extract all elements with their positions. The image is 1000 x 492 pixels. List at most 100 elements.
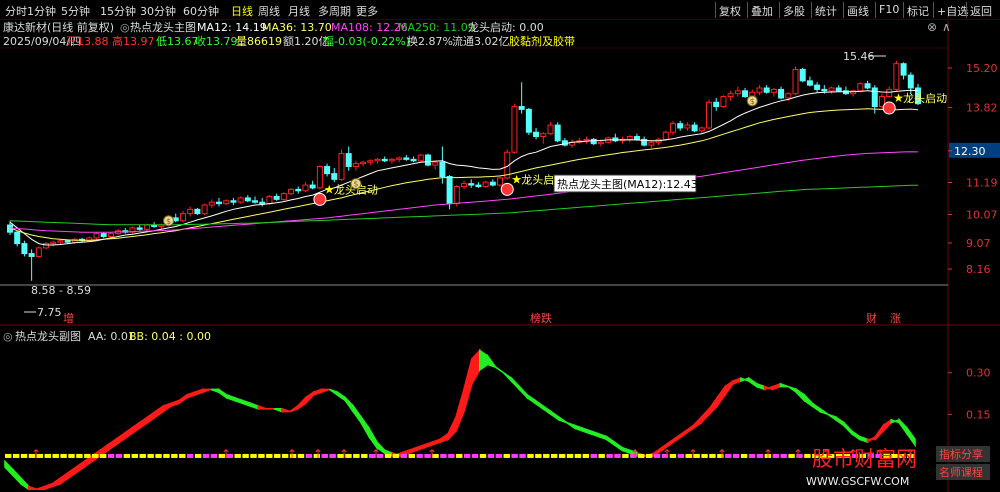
aa-bb-band-segment [898,417,908,437]
candle-body [360,161,367,165]
watermark-tag1: 指标分享 [939,447,983,461]
aa-bb-band-segment [210,388,220,394]
candle-body [468,183,475,186]
aa-bb-band-segment [573,424,584,433]
quote-field-3: 低13.67 [156,35,199,48]
aa-bb-band-segment [43,482,54,491]
candle-body [475,184,482,187]
header-field-4: MA36: 13.70 [262,21,332,34]
aa-bb-band-segment [558,415,568,424]
candle-body [799,68,806,82]
aa-bb-band-segment [296,395,307,411]
aa-bb-band-segment [486,353,498,369]
aa-bb-band-segment [621,446,631,455]
header-field-5: MA108: 12.26 [331,21,408,34]
current-price-label: 12.30 [954,145,986,158]
aa-bb-band-segment [75,459,85,475]
ma-line-ma12 [9,89,919,246]
low-range-label: 8.58 - 8.59 [31,284,91,297]
aa-bb-band-segment [850,429,861,441]
candle-body [230,200,237,203]
candle-body [446,175,453,205]
candle-body [900,63,907,76]
aa-bb-band-segment [407,446,418,455]
aa-bb-band-segment [763,385,774,391]
candle-body [482,181,489,187]
buy-arrow-11: ↑ [763,447,773,461]
price-tick-6: 8.16 [966,263,991,276]
aa-bb-band-segment [241,399,252,408]
aa-bb-band-segment [740,377,750,383]
buy-arrow-2: ↑ [287,447,297,461]
candle-body [554,124,561,142]
aa-bb-band-segment [336,390,347,403]
candle-body [792,68,799,95]
candle-body [511,106,518,153]
candle-body [273,195,280,200]
aa-bb-band-segment [217,387,228,400]
buy-arrow-1: ↑ [221,447,231,461]
aa-bb-band-segment [613,440,624,452]
quote-field-8: 换2.87% [407,34,453,48]
aa-bb-band-segment [716,384,726,409]
candle-body [388,158,395,162]
aa-bb-band-segment [67,465,78,480]
aa-bb-band-segment [415,443,426,452]
aa-bb-band-segment [471,348,481,387]
watermark-tag2: 名师课程 [939,465,983,479]
candle-body [453,185,460,205]
candle-body [677,123,684,129]
aa-bb-band-segment [811,401,821,414]
aa-bb-band-segment [597,432,608,441]
candle-body [706,101,713,129]
aa-bb-band-segment [130,421,141,436]
candle-body [295,188,302,192]
candle-body [669,123,676,133]
aa-bb-band-segment [447,416,457,442]
buy-arrow-4: ↑ [339,447,349,461]
aa-bb-band-segment [233,396,244,405]
buy-arrow-8: ↑ [662,447,672,461]
price-tick-5: 9.07 [966,237,991,250]
candle-body [590,138,597,145]
candle-body [403,157,410,160]
aa-bb-band-segment [122,426,133,441]
candle-body [215,201,222,205]
quote-field-1: 开13.88 [66,35,109,48]
candle-body [338,153,345,180]
candle-body [309,184,316,189]
aa-bb-band-segment [478,349,489,372]
candle-body [100,233,107,237]
aa-bb-band-segment [795,387,806,403]
candle-body [324,166,331,175]
candle-body [633,136,640,140]
candle-body [244,197,251,202]
aa-bb-band-segment [328,388,339,397]
candle-body [410,158,417,162]
aa-bb-band-segment [20,476,30,491]
buy-arrow-12: ↑ [793,447,803,461]
ma-tooltip-text: 热点龙头主图(MA12):12.43 [557,178,698,191]
aa-bb-band-segment [700,406,711,425]
candle-body [806,80,813,86]
price-tick-3: 11.19 [966,176,998,189]
event-marker-0: 增 [63,311,74,325]
candle-body [28,253,35,257]
candle-body [662,131,669,140]
aa-bb-band-segment [803,392,813,408]
event-marker-2: 财 [866,311,877,325]
buy-arrow-9: ↑ [688,447,698,461]
aa-bb-band-segment [692,415,703,430]
candle-body [93,233,100,239]
aa-bb-band-segment [352,403,362,426]
candle-body [107,233,114,237]
candle-body [835,87,842,92]
candle-body [136,227,143,230]
candle-body [57,240,64,243]
price-tick-4: 10.07 [966,208,998,221]
candle-body [208,201,215,206]
aa-bb-band-segment [874,422,885,442]
candle-body [525,108,532,133]
aa-bb-band-segment [668,434,679,447]
quote-field-9: 流通3.02亿 [452,34,510,48]
